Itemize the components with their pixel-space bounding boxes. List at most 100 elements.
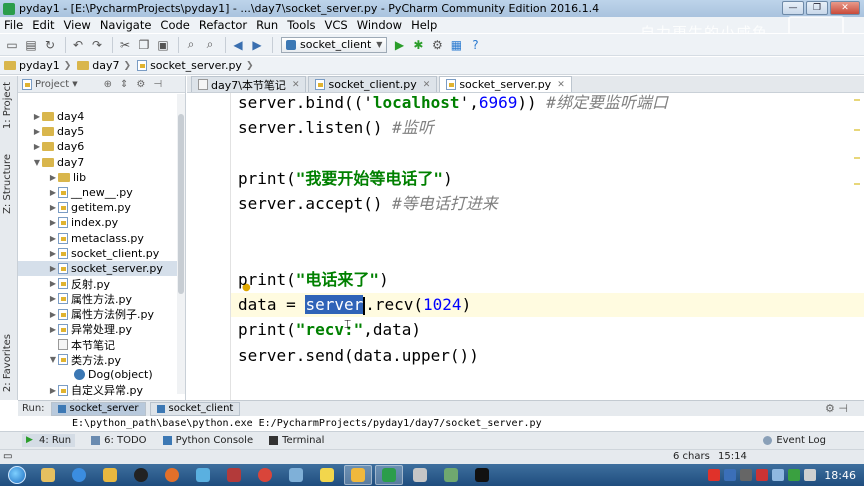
collapse-icon[interactable]: ⇕ (120, 79, 128, 90)
taskbar-app[interactable] (158, 465, 186, 485)
chevron-right-icon[interactable]: ▶ (48, 203, 58, 212)
tree-item[interactable]: Dog(object) (18, 367, 178, 382)
scrollbar-thumb[interactable] (178, 114, 184, 294)
tree-item[interactable]: ▶ index.py (18, 215, 178, 230)
taskbar-app[interactable] (313, 465, 341, 485)
chevron-right-icon[interactable]: ▶ (48, 294, 58, 303)
tab-socket-client[interactable]: socket_client.py ✕ (308, 76, 438, 92)
menu-tools[interactable]: Tools (287, 18, 315, 32)
stripe-mark[interactable] (854, 157, 860, 159)
back-icon[interactable]: ◀ (230, 37, 246, 53)
chevron-right-icon[interactable]: ▶ (48, 188, 58, 197)
breadcrumb-item[interactable]: socket_server.py ❯ (137, 59, 253, 72)
replace-icon[interactable]: ⌕ (202, 37, 218, 53)
menu-vcs[interactable]: VCS (325, 18, 348, 32)
tree-item[interactable]: ▶ 属性方法.py (18, 291, 178, 306)
tree-item[interactable]: ▶ lib (18, 170, 178, 185)
stripe-mark[interactable] (854, 99, 860, 101)
chevron-down-icon[interactable]: ▼ (32, 158, 42, 167)
tree-item[interactable]: ▶ __new__.py (18, 185, 178, 200)
maximize-button[interactable]: ❐ (806, 1, 828, 15)
close-button[interactable]: ✕ (830, 1, 860, 15)
tool-tab-favorites[interactable]: 2: Favorites (2, 334, 13, 392)
chevron-right-icon[interactable]: ▶ (48, 325, 58, 334)
chevron-right-icon[interactable]: ▶ (48, 234, 58, 243)
menu-edit[interactable]: Edit (32, 18, 54, 32)
chevron-right-icon[interactable]: ▶ (48, 218, 58, 227)
help-icon[interactable]: ? (467, 37, 483, 53)
menu-run[interactable]: Run (256, 18, 278, 32)
tree-item[interactable]: ▶ day6 (18, 139, 178, 154)
menu-window[interactable]: Window (357, 18, 402, 32)
menu-navigate[interactable]: Navigate (100, 18, 152, 32)
paste-icon[interactable]: ▣ (155, 37, 171, 53)
tray-icon[interactable] (756, 469, 769, 481)
close-icon[interactable]: ✕ (557, 80, 565, 90)
tab-notes[interactable]: day7\本节笔记 ✕ (191, 76, 307, 92)
menu-file[interactable]: File (4, 18, 23, 32)
tool-tab-structure[interactable]: Z: Structure (2, 154, 13, 214)
find-icon[interactable]: ⌕ (183, 37, 199, 53)
minimize-button[interactable]: — (782, 1, 804, 15)
chevron-right-icon[interactable]: ▶ (48, 386, 58, 395)
breadcrumb-item[interactable]: pyday1 ❯ (4, 59, 71, 72)
menu-refactor[interactable]: Refactor (199, 18, 247, 32)
taskbar-app[interactable] (468, 465, 496, 485)
tray-icon[interactable] (788, 469, 801, 481)
sdk-icon[interactable]: ▦ (448, 37, 464, 53)
tool-tab-event-log[interactable]: Event Log (763, 435, 826, 446)
taskbar-app[interactable] (189, 465, 217, 485)
menu-view[interactable]: View (64, 18, 91, 32)
tool-tab-project[interactable]: 1: Project (2, 82, 13, 129)
taskbar-app[interactable] (406, 465, 434, 485)
chevron-right-icon[interactable]: ▶ (48, 310, 58, 319)
chevron-right-icon[interactable]: ▶ (48, 279, 58, 288)
editor-gutter[interactable] (187, 93, 231, 400)
close-icon[interactable]: ✕ (423, 80, 431, 90)
gear-icon[interactable]: ⚙ ⊣ (825, 402, 848, 415)
taskbar-app[interactable] (34, 465, 62, 485)
taskbar-app[interactable] (127, 465, 155, 485)
debug-icon[interactable]: ✱ (410, 37, 426, 53)
taskbar-app[interactable] (437, 465, 465, 485)
tree-item[interactable]: ▶ 属性方法例子.py (18, 307, 178, 322)
tree-item[interactable]: ▶ 异常处理.py (18, 322, 178, 337)
taskbar-app[interactable] (375, 465, 403, 485)
close-icon[interactable]: ✕ (292, 80, 300, 90)
tab-socket-server[interactable]: socket_server.py ✕ (439, 76, 572, 92)
tree-item[interactable]: ▶ day4 (18, 109, 178, 124)
stripe-mark[interactable] (854, 183, 860, 185)
project-scrollbar[interactable] (177, 94, 185, 394)
run-configuration-select[interactable]: socket_client ▼ (281, 36, 388, 53)
tray-icon[interactable] (740, 469, 753, 481)
taskbar-app[interactable] (96, 465, 124, 485)
cut-icon[interactable]: ✂ (117, 37, 133, 53)
project-view-select[interactable]: Project (35, 79, 69, 90)
tree-item[interactable]: ▶ socket_server.py (18, 261, 178, 276)
code-line[interactable]: server.accept() #等电话打进来 (238, 192, 498, 216)
undo-icon[interactable]: ↶ (70, 37, 86, 53)
error-stripe[interactable] (854, 93, 860, 400)
copy-icon[interactable]: ❐ (136, 37, 152, 53)
code-editor[interactable]: ● server.bind(('localhost',6969)) #绑定要监听… (187, 93, 864, 400)
code-line[interactable]: print("我要开始等电话了") (238, 167, 453, 191)
tree-item[interactable]: ▶ 自定义异常.py (18, 383, 178, 398)
taskbar-clock[interactable]: 18:46 (824, 469, 856, 482)
chevron-down-icon[interactable]: ▼ (48, 355, 58, 364)
tool-tab-terminal[interactable]: Terminal (269, 435, 324, 446)
menu-code[interactable]: Code (160, 18, 189, 32)
tree-item[interactable]: ▼ 类方法.py (18, 352, 178, 367)
taskbar-app[interactable] (220, 465, 248, 485)
status-toggle-icon[interactable]: ▭ (3, 451, 12, 462)
menu-help[interactable]: Help (411, 18, 437, 32)
tool-tab-python-console[interactable]: Python Console (162, 435, 253, 446)
chevron-right-icon[interactable]: ▶ (32, 127, 42, 136)
code-line[interactable]: server.send(data.upper()) (238, 344, 479, 368)
status-caret-position[interactable]: 15:14 (718, 451, 747, 462)
tree-item[interactable]: 本节笔记 (18, 337, 178, 352)
sync-icon[interactable]: ⊕ (104, 79, 112, 90)
taskbar-app[interactable] (251, 465, 279, 485)
code-line[interactable]: server.listen() #监听 (238, 116, 434, 140)
taskbar-app[interactable] (282, 465, 310, 485)
run-console[interactable]: E:\python_path\base\python.exe E:/Pychar… (18, 417, 864, 431)
